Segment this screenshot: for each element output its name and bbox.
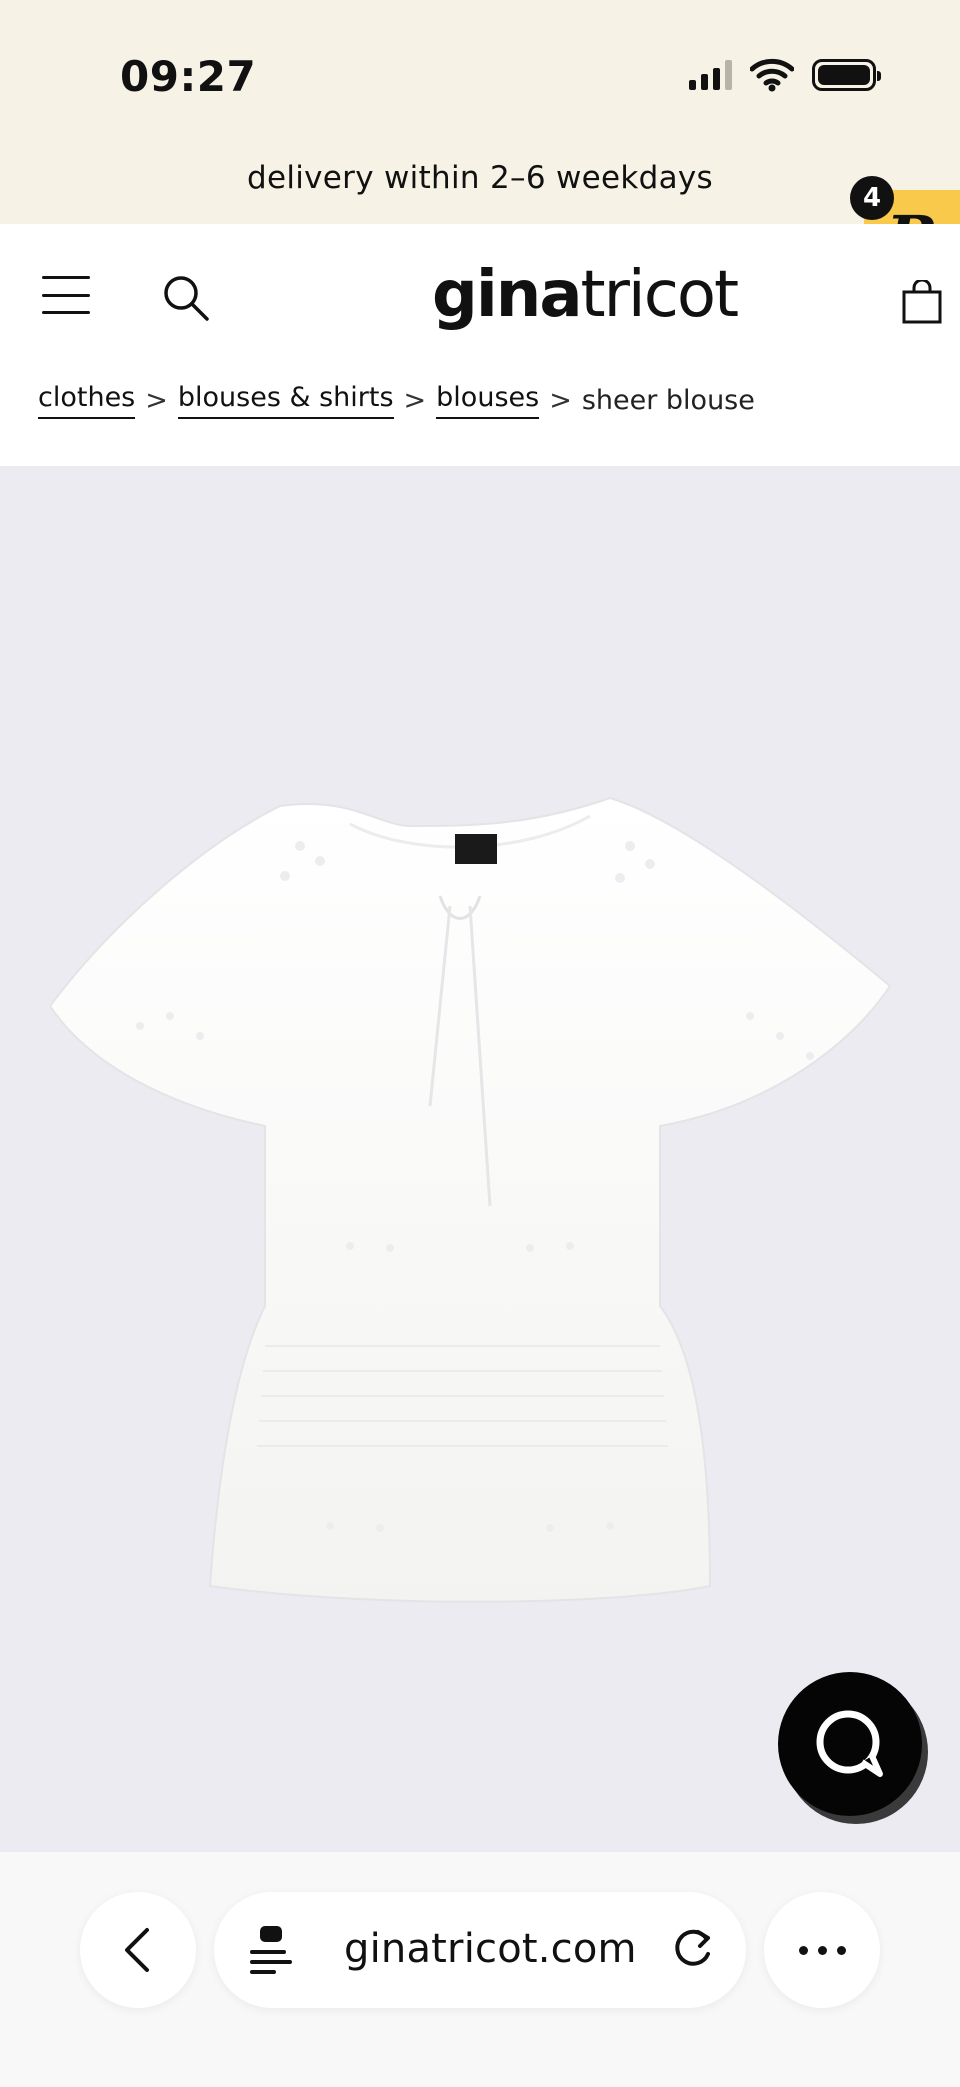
breadcrumb: clothes > blouses & shirts > blouses > s…	[38, 382, 755, 419]
breadcrumb-blouses-shirts[interactable]: blouses & shirts	[177, 382, 394, 419]
more-dot	[836, 1945, 846, 1955]
url-text: ginatricot.com	[344, 1926, 637, 1972]
site-logo[interactable]: ginatricot	[432, 258, 740, 332]
shopping-bag-icon[interactable]	[902, 280, 942, 324]
logo-light: tricot	[580, 258, 740, 332]
page-icon	[250, 1926, 292, 1974]
wifi-icon	[750, 58, 794, 92]
breadcrumb-clothes[interactable]: clothes	[38, 382, 136, 419]
logo-bold: gina	[432, 258, 582, 332]
r-badge-count: 4	[850, 176, 894, 220]
status-icons	[689, 58, 881, 92]
address-bar[interactable]: ginatricot.com	[214, 1892, 746, 2008]
chat-button[interactable]	[778, 1672, 922, 1816]
breadcrumb-blouses[interactable]: blouses	[436, 382, 540, 419]
breadcrumb-separator: >	[145, 385, 168, 416]
site-header: ginatricot	[0, 224, 960, 364]
back-button[interactable]	[80, 1892, 196, 2008]
breadcrumb-current: sheer blouse	[581, 385, 755, 416]
battery-icon	[812, 59, 881, 91]
more-dot	[798, 1945, 808, 1955]
browser-toolbar: ginatricot.com	[0, 1852, 960, 2087]
product-image-area[interactable]	[0, 466, 960, 1852]
white-blouse-image	[50, 796, 892, 1603]
chat-bubble-icon	[816, 1710, 883, 1777]
breadcrumb-separator: >	[549, 385, 572, 416]
signal-icon	[689, 60, 732, 90]
menu-icon[interactable]	[42, 276, 90, 314]
reload-icon[interactable]	[670, 1926, 716, 1972]
more-button[interactable]	[764, 1892, 880, 2008]
status-time: 09:27	[120, 52, 257, 101]
back-chevron-icon	[125, 1928, 149, 1972]
search-icon[interactable]	[160, 272, 212, 324]
more-dot	[817, 1945, 827, 1955]
breadcrumb-separator: >	[403, 385, 427, 416]
delivery-promo-text: delivery within 2–6 weekdays	[246, 160, 714, 196]
